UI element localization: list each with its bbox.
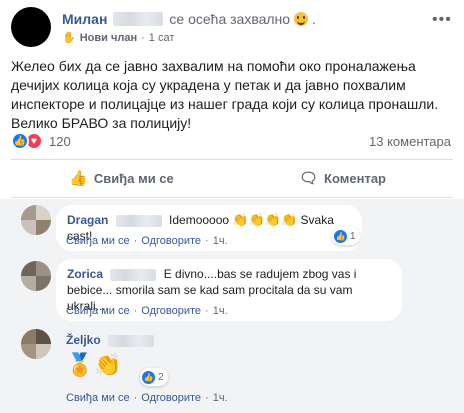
- smile-emoji-icon: [294, 12, 309, 26]
- comment-reaction-count: 1: [350, 230, 356, 242]
- comment-time[interactable]: 1ч.: [213, 392, 228, 404]
- comment-avatar[interactable]: [21, 329, 51, 359]
- comment-reaction-count: 2: [158, 371, 164, 383]
- comment-reply-link[interactable]: Одговорите: [141, 235, 201, 247]
- comment-actions: Свиђа ми се · Одговорите · 1ч.: [66, 235, 228, 247]
- new-member-badge[interactable]: Нови члан: [80, 32, 137, 44]
- like-reaction-icon: 👍: [11, 132, 29, 150]
- post-meta: ✋ Нови члан · 1 сат: [62, 31, 175, 45]
- comment-actions: Свиђа ми се · Одговорите · 1ч.: [66, 392, 228, 404]
- medal-icon: 🏅: [66, 352, 94, 377]
- comment-reactions[interactable]: 👍 2: [140, 368, 168, 386]
- comments-section: Dragan Idemooooo 👏👏👏👏 Svaka cast! 👍 1 Св…: [0, 199, 464, 413]
- comment-time[interactable]: 1ч.: [213, 235, 228, 247]
- comment-like-link[interactable]: Свиђа ми се: [66, 235, 130, 247]
- redacted-surname: [108, 334, 155, 347]
- comment-actions: Свиђа ми се · Одговорите · 1ч.: [66, 305, 228, 317]
- redacted-surname: [110, 268, 157, 281]
- wave-icon: ✋: [62, 32, 76, 44]
- feeling-text: се осећа захвално: [169, 11, 291, 27]
- author-avatar[interactable]: [11, 7, 51, 47]
- like-button[interactable]: 👍 Свиђа ми се: [11, 162, 232, 194]
- comment-avatar[interactable]: [21, 205, 51, 235]
- comment-avatar[interactable]: [21, 261, 51, 291]
- like-button-label: Свиђа ми се: [93, 170, 174, 186]
- post-time[interactable]: 1 сат: [149, 32, 175, 44]
- comment-text: Idemooooo: [169, 213, 230, 227]
- comment-author[interactable]: Željko: [66, 333, 101, 347]
- clapping-hands-icon: 👏: [94, 352, 122, 377]
- reactions-count: 120: [49, 133, 71, 149]
- comment-time[interactable]: 1ч.: [213, 305, 228, 317]
- comments-count[interactable]: 13 коментара: [369, 134, 451, 149]
- post-text: Желео бих да се јавно захвалим на помоћи…: [11, 58, 439, 131]
- facebook-post: Милан се осећа захвално . ✋ Нови члан · …: [0, 0, 464, 413]
- comment-icon: 🗨: [299, 170, 319, 187]
- redacted-surname: [115, 214, 162, 227]
- like-reaction-icon: 👍: [142, 370, 155, 384]
- comment-like-link[interactable]: Свиђа ми се: [66, 305, 130, 317]
- post-actions: 👍 Свиђа ми се 🗨 Коментар: [11, 162, 453, 194]
- comment-button-label: Коментар: [324, 170, 386, 186]
- author-name[interactable]: Милан: [62, 11, 107, 27]
- reactions-summary[interactable]: 👍 ♥ 120: [11, 132, 71, 150]
- author-line: Милан се осећа захвално .: [62, 11, 316, 27]
- comment-author-line: Željko: [66, 333, 158, 347]
- redacted-surname: [113, 12, 164, 26]
- comment-author[interactable]: Dragan: [67, 213, 108, 227]
- thumbs-up-icon: 👍: [69, 170, 88, 187]
- comment-author[interactable]: Zorica: [67, 267, 103, 281]
- clapping-hands-icon: 👏👏👏👏: [232, 212, 298, 227]
- meta-separator: ·: [141, 31, 145, 44]
- feeling-period: .: [308, 11, 316, 27]
- comment-reply-link[interactable]: Одговорите: [141, 305, 201, 317]
- divider: [11, 197, 453, 198]
- comment-like-link[interactable]: Свиђа ми се: [66, 392, 130, 404]
- like-reaction-icon: 👍: [334, 229, 347, 243]
- more-icon[interactable]: •••: [432, 11, 452, 29]
- comment-reply-link[interactable]: Одговорите: [141, 392, 201, 404]
- comment-reactions[interactable]: 👍 1: [332, 227, 360, 245]
- comment-button[interactable]: 🗨 Коментар: [232, 162, 453, 194]
- divider: [11, 159, 453, 160]
